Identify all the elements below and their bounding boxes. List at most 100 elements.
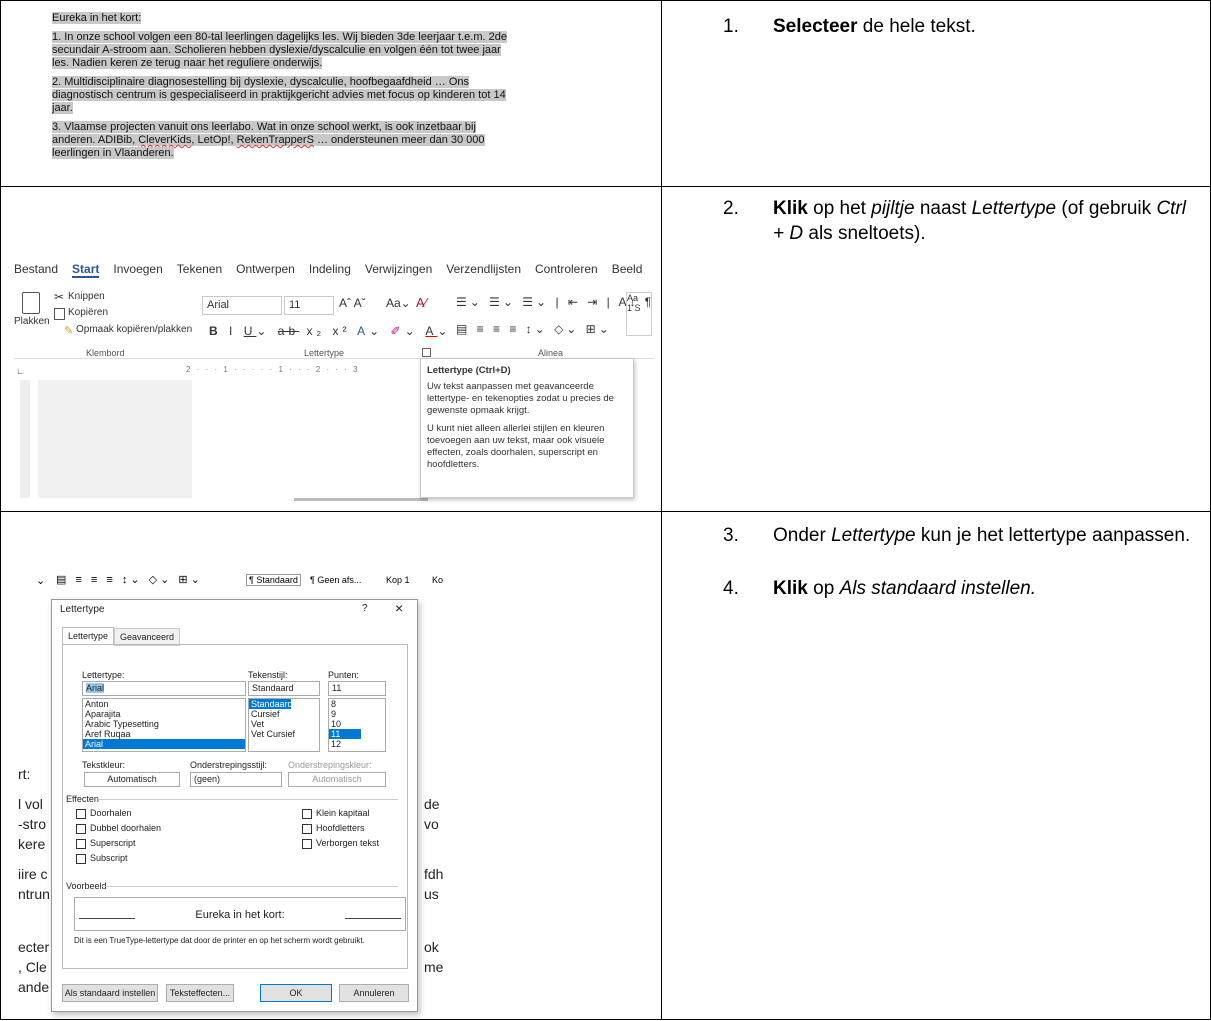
copy-icon[interactable]	[54, 308, 65, 320]
knippen-button[interactable]: Knippen	[68, 291, 105, 302]
tab-indeling[interactable]: Indeling	[309, 262, 351, 276]
font-tooltip: Lettertype (Ctrl+D) Uw tekst aanpassen m…	[420, 358, 634, 498]
preview-divider	[102, 886, 398, 887]
font-name-field[interactable]: Arial	[82, 681, 246, 696]
bg-toolbar: ⌄ ▤ ≡ ≡ ≡ ↕⌄ ◇⌄ ⊞⌄ ¶ Standaard ¶ Geen af…	[36, 573, 444, 587]
underline-color-select[interactable]: Automatisch	[288, 772, 386, 787]
selected-text-screenshot: Eureka in het kort: 1. In onze school vo…	[52, 12, 512, 166]
preview-label: Voorbeeld	[66, 881, 107, 891]
font-list-item[interactable]: Aparajita	[83, 709, 245, 719]
checkbox-hoofdletters[interactable]: Hoofdletters	[302, 823, 365, 834]
preview-line-right	[345, 918, 401, 919]
font-size-field[interactable]: 11	[328, 681, 386, 696]
page-scrollbar[interactable]	[294, 498, 428, 501]
checkbox-superscript[interactable]: Superscript	[76, 838, 136, 849]
checkbox-subscript[interactable]: Subscript	[76, 853, 128, 864]
style-list-item[interactable]: Vet	[249, 719, 319, 729]
bg-text-left-5: ntrun	[18, 886, 50, 902]
font-list-item[interactable]: Aref Ruqaa	[83, 729, 245, 739]
bg-style-geen[interactable]: ¶ Geen afs...	[310, 575, 361, 585]
font-style-field[interactable]: Standaard	[248, 681, 320, 696]
format-painter-icon[interactable]: ✎	[64, 324, 73, 337]
align-buttons[interactable]: ▤ ≡ ≡ ≡ ↕⌄ ◇⌄ ⊞⌄	[456, 322, 612, 336]
p3-cleverkids: CleverKids	[138, 134, 192, 146]
tooltip-paragraph-1: Uw tekst aanpassen met geavanceerde lett…	[427, 381, 614, 416]
scissors-icon[interactable]: ✂	[54, 290, 64, 304]
tab-bestand[interactable]: Bestand	[14, 262, 58, 276]
change-case-icon[interactable]: Aa⌄	[386, 296, 411, 310]
cancel-button[interactable]: Annuleren	[339, 984, 409, 1002]
effects-divider	[98, 799, 398, 800]
checkbox-doorhalen[interactable]: Doorhalen	[76, 808, 132, 819]
font-name-box[interactable]: Arial	[202, 296, 282, 315]
list-buttons[interactable]: ☰⌄ ☰⌄ ☰⌄ | ⇤ ⇥ | A↓ ¶	[456, 295, 654, 309]
size-list-item[interactable]: 9	[329, 709, 385, 719]
step-4-bold: Klik	[773, 578, 808, 599]
style-list-item[interactable]: Cursief	[249, 709, 319, 719]
label-font: Lettertype:	[82, 670, 125, 680]
doc-title: Eureka in het kort:	[52, 12, 142, 24]
style-list-item[interactable]: Vet Cursief	[249, 729, 319, 739]
size-list[interactable]: 8 9 10 11 12	[328, 698, 386, 752]
text-effects-button[interactable]: Teksteffecten...	[166, 984, 234, 1002]
bg-style-standaard[interactable]: ¶ Standaard	[246, 574, 301, 586]
checkbox-dubbel-doorhalen[interactable]: Dubbel doorhalen	[76, 823, 161, 834]
size-list-item[interactable]: 8	[329, 699, 385, 709]
bg-align-icons[interactable]: ▤ ≡ ≡ ≡ ↕⌄ ◇⌄ ⊞⌄	[56, 573, 203, 586]
page-gray-area	[38, 380, 192, 498]
group-klembord-label: Klembord	[86, 348, 125, 358]
checkbox-verborgen-tekst[interactable]: Verborgen tekst	[302, 838, 379, 849]
label-underline: Onderstrepingsstijl:	[190, 760, 268, 770]
tab-verwijzingen[interactable]: Verwijzingen	[365, 262, 432, 276]
format-buttons[interactable]: B I U⌄ ab x₂ x² A⌄ ✐⌄ A⌄	[209, 324, 451, 338]
font-size-box[interactable]: 11	[284, 296, 334, 315]
tab-lettertype[interactable]: Lettertype	[62, 627, 115, 644]
font-list-item[interactable]: Anton	[83, 699, 245, 709]
tab-start[interactable]: Start	[72, 262, 100, 278]
tab-beeld[interactable]: Beeld	[612, 262, 643, 276]
tab-verzendlijsten[interactable]: Verzendlijsten	[446, 262, 521, 276]
opmaak-button[interactable]: Opmaak kopiëren/plakken	[76, 324, 192, 335]
bg-text-right-4: ok	[424, 939, 439, 955]
font-dialog-launcher-icon[interactable]	[422, 348, 431, 357]
step-1-number: 1.	[723, 16, 739, 37]
bg-style-ko[interactable]: Ko	[432, 575, 443, 585]
help-button[interactable]: ?	[362, 603, 368, 614]
step-1-bold: Selecteer	[773, 16, 858, 37]
bg-text-left-0: rt:	[18, 766, 31, 782]
style-list[interactable]: Standaard Cursief Vet Vet Cursief	[248, 698, 320, 752]
kopieren-button[interactable]: Kopiëren	[68, 307, 108, 318]
size-list-item[interactable]: 10	[329, 719, 385, 729]
step-2-bold: Klik	[773, 198, 808, 219]
font-list-item[interactable]: Arabic Typesetting	[83, 719, 245, 729]
underline-select[interactable]: (geen)	[190, 772, 282, 787]
bg-style-kop1[interactable]: Kop 1	[386, 575, 410, 585]
clear-format-icon[interactable]: A⁄	[416, 295, 427, 310]
tab-ontwerpen[interactable]: Ontwerpen	[236, 262, 295, 276]
font-list-item-selected[interactable]: Arial	[83, 739, 245, 749]
group-lettertype-label: Lettertype	[304, 348, 345, 358]
size-list-item-selected[interactable]: 11	[329, 729, 361, 739]
step-3-italic: Lettertype	[831, 525, 916, 546]
close-icon[interactable]: ×	[395, 600, 403, 616]
size-list-item[interactable]: 12	[329, 739, 385, 749]
styles-gallery[interactable]: Aa 1 S	[626, 292, 652, 336]
bg-text-right-5: me	[424, 959, 444, 975]
tab-invoegen[interactable]: Invoegen	[113, 262, 162, 276]
step-2-number: 2.	[723, 198, 739, 219]
grow-font-icon[interactable]: Aˆ Aˇ	[339, 296, 366, 310]
preview-text: Eureka in het kort:	[195, 909, 285, 921]
ok-button[interactable]: OK	[260, 984, 332, 1002]
color-select[interactable]: Automatisch	[84, 772, 180, 787]
font-list[interactable]: Anton Aparajita Arabic Typesetting Aref …	[82, 698, 246, 752]
style-list-item-selected[interactable]: Standaard	[249, 699, 293, 709]
tab-controleren[interactable]: Controleren	[535, 262, 598, 276]
p3-rekentrappers: RekenTrapperS	[236, 134, 314, 146]
label-style: Tekenstijl:	[248, 670, 288, 680]
clipboard-icon[interactable]	[22, 292, 40, 314]
checkbox-klein-kapitaal[interactable]: Klein kapitaal	[302, 808, 370, 819]
plakken-button[interactable]: Plakken	[14, 316, 50, 327]
set-default-button[interactable]: Als standaard instellen	[62, 984, 158, 1002]
step-4-number: 4.	[723, 578, 739, 599]
tab-tekenen[interactable]: Tekenen	[177, 262, 222, 276]
